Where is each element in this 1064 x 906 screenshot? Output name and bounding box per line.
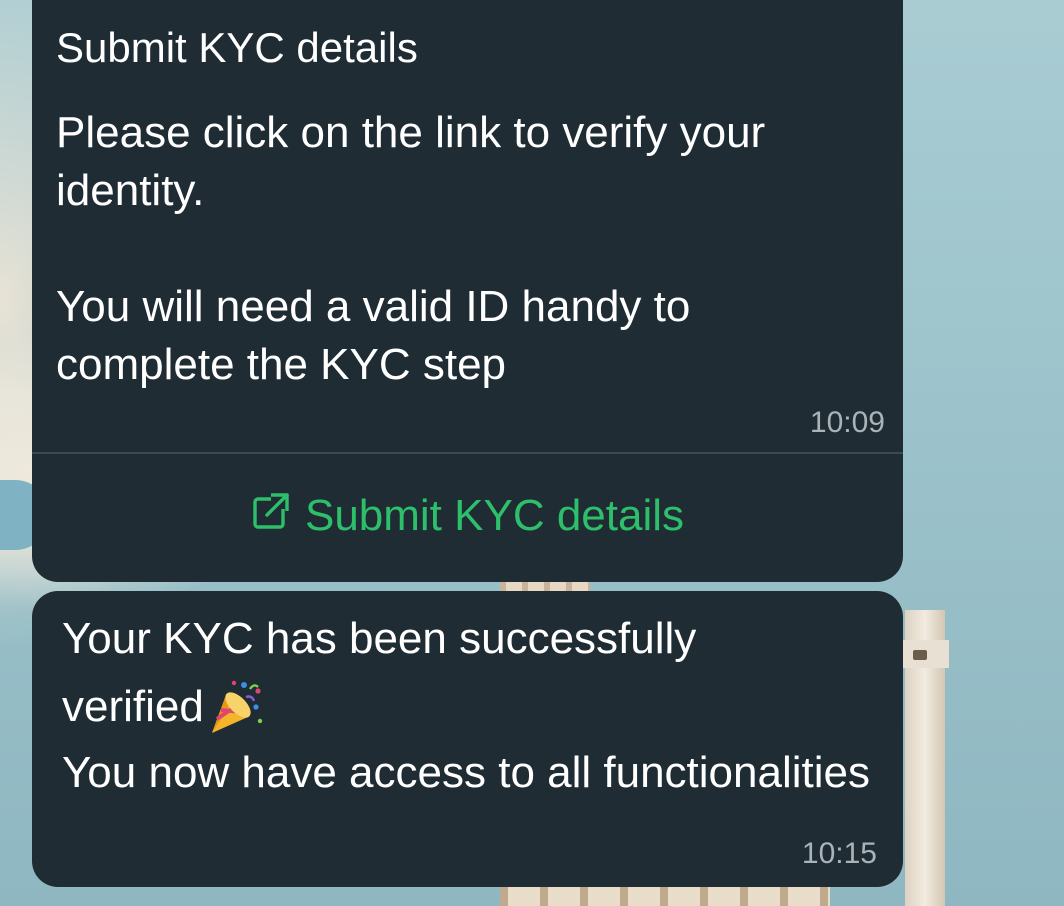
message-body: Please click on the link to verify your … xyxy=(56,104,876,394)
wallpaper-tower xyxy=(901,610,949,906)
message-divider xyxy=(32,452,903,454)
message-title: Submit KYC details xyxy=(56,24,418,71)
submit-kyc-button[interactable]: Submit KYC details xyxy=(32,470,903,562)
external-link-icon xyxy=(251,491,291,542)
message-body-line: You will need a valid ID handy to comple… xyxy=(56,282,691,389)
message-bubble-kyc-success: Your KYC has been successfully verified xyxy=(32,591,903,887)
message-body-line: Please click on the link to verify your … xyxy=(56,108,766,215)
party-popper-icon xyxy=(206,677,266,737)
message-timestamp: 10:09 xyxy=(809,406,885,439)
message-body-line: verified xyxy=(62,677,882,737)
message-body: Your KYC has been successfully verified xyxy=(62,609,882,803)
wallpaper-colonnade xyxy=(500,885,830,906)
message-body-line: You now have access to all functionaliti… xyxy=(62,748,870,797)
message-timestamp: 10:15 xyxy=(801,837,877,870)
message-body-word: verified xyxy=(62,682,204,731)
message-body-line: Your KYC has been successfully xyxy=(62,614,697,663)
message-bubble-kyc-request: Submit KYC details Please click on the l… xyxy=(32,0,903,582)
submit-kyc-label: Submit KYC details xyxy=(304,491,685,540)
wallpaper-tower-clock xyxy=(913,650,927,660)
